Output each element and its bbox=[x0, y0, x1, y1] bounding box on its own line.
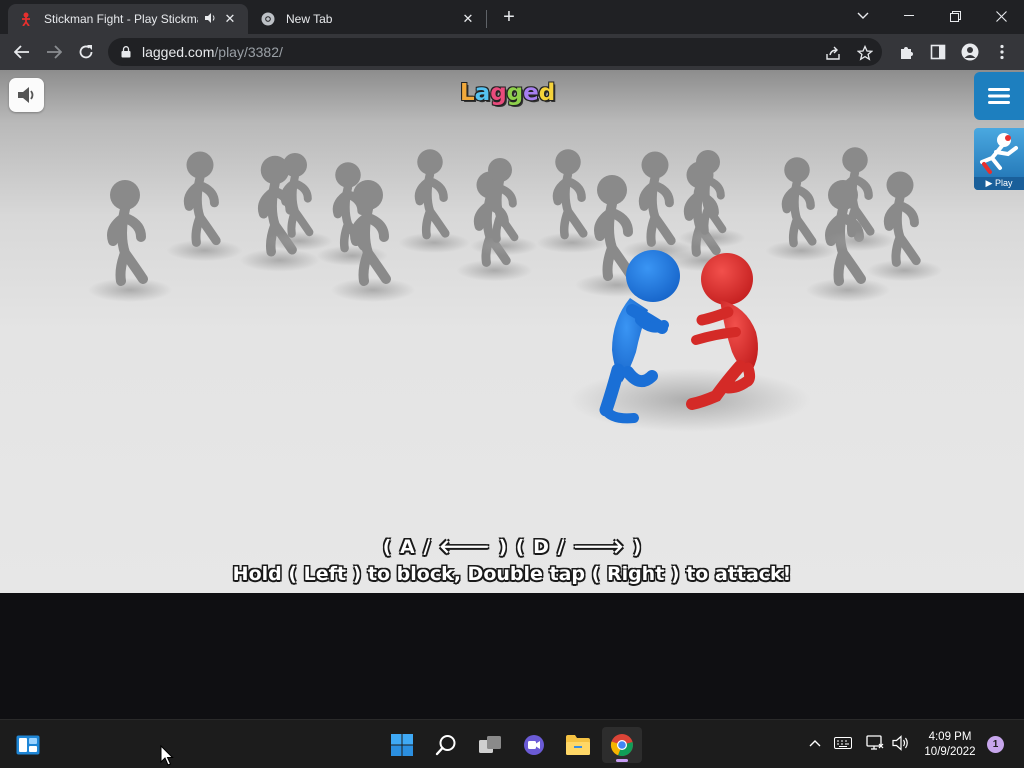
logo-letter: a bbox=[474, 80, 491, 106]
crowd-stickman bbox=[166, 151, 243, 262]
tab-new-tab[interactable]: New Tab ✕ bbox=[250, 4, 486, 34]
task-view-button[interactable] bbox=[470, 727, 510, 763]
logo-letter: g bbox=[490, 80, 507, 106]
chat-icon bbox=[524, 735, 544, 755]
windows-start-icon bbox=[391, 734, 413, 756]
keyboard-icon[interactable] bbox=[832, 732, 854, 754]
game-thumbnail-image bbox=[980, 133, 1018, 174]
tab-title: New Tab bbox=[286, 12, 333, 26]
close-tab-icon[interactable]: ✕ bbox=[460, 11, 476, 27]
hamburger-menu-button[interactable] bbox=[974, 72, 1024, 120]
game-canvas[interactable]: Lagged ▶ Play ( A / 🡐 ) ( D / 🡒 ) Hold (… bbox=[0, 70, 1024, 593]
new-tab-button[interactable]: + bbox=[498, 6, 520, 28]
side-panel-icon[interactable] bbox=[928, 42, 948, 62]
chrome-taskbar-button[interactable] bbox=[602, 727, 642, 763]
show-hidden-icons-chevron-icon[interactable] bbox=[804, 732, 826, 754]
start-button[interactable] bbox=[382, 727, 422, 763]
windows-taskbar: 4:09 PM 10/9/2022 1 bbox=[0, 719, 1024, 768]
browser-menu-kebab-icon[interactable] bbox=[992, 42, 1012, 62]
system-clock[interactable]: 4:09 PM 10/9/2022 bbox=[916, 730, 984, 760]
controls-hint-text: Hold ( Left ) to block, Double tap ( Rig… bbox=[232, 563, 792, 585]
crowd-stickman bbox=[239, 155, 320, 272]
crowd-stickman bbox=[88, 180, 172, 302]
task-view-icon bbox=[479, 736, 501, 753]
profile-avatar-icon[interactable] bbox=[960, 42, 980, 62]
folder-icon bbox=[566, 735, 590, 755]
logo-letter: L bbox=[460, 80, 475, 106]
widgets-button[interactable] bbox=[8, 727, 48, 763]
game-scene bbox=[88, 147, 943, 432]
teams-chat-button[interactable] bbox=[514, 727, 554, 763]
chrome-favicon-icon bbox=[260, 11, 276, 27]
reload-button[interactable] bbox=[72, 38, 100, 66]
share-icon[interactable] bbox=[824, 44, 842, 62]
logo-letter: d bbox=[538, 80, 556, 106]
close-tab-icon[interactable]: ✕ bbox=[222, 11, 238, 27]
lagged-logo[interactable]: Lagged bbox=[460, 80, 555, 106]
logo-letter: g bbox=[506, 80, 524, 106]
crowd-stickman bbox=[316, 162, 388, 266]
page-background bbox=[0, 593, 1024, 719]
url-host: lagged.com bbox=[142, 44, 215, 60]
back-button[interactable] bbox=[8, 38, 36, 66]
search-button[interactable] bbox=[426, 727, 466, 763]
minimize-button[interactable] bbox=[886, 0, 932, 32]
mouse-cursor-icon bbox=[160, 745, 174, 766]
stickman-favicon-icon bbox=[18, 11, 34, 27]
file-explorer-button[interactable] bbox=[558, 727, 598, 763]
crowd-stickman bbox=[765, 157, 837, 261]
chrome-icon bbox=[610, 734, 633, 757]
network-icon[interactable] bbox=[864, 732, 886, 754]
tab-search-dropdown-icon[interactable] bbox=[840, 0, 886, 32]
lock-icon[interactable] bbox=[120, 46, 132, 58]
extensions-puzzle-icon[interactable] bbox=[896, 42, 916, 62]
crowd-stickman bbox=[398, 149, 470, 253]
active-app-indicator bbox=[616, 759, 628, 762]
address-bar[interactable]: lagged.com/play/3382/ bbox=[108, 38, 882, 66]
speaker-icon[interactable] bbox=[204, 12, 216, 27]
tab-title: Stickman Fight - Play Stickman bbox=[44, 12, 198, 26]
volume-icon[interactable] bbox=[890, 732, 912, 754]
tab-stickman-fight[interactable]: Stickman Fight - Play Stickman ✕ bbox=[8, 4, 248, 34]
controls-keys-text: ( A / 🡐 ) ( D / 🡒 ) bbox=[382, 536, 642, 558]
restore-button[interactable] bbox=[932, 0, 978, 32]
search-icon bbox=[435, 735, 456, 756]
bookmark-star-icon[interactable] bbox=[856, 44, 874, 62]
widgets-icon bbox=[16, 735, 40, 755]
close-window-button[interactable] bbox=[978, 0, 1024, 32]
url-text: lagged.com/play/3382/ bbox=[142, 44, 283, 60]
crowd-stickman bbox=[866, 171, 943, 282]
speaker-icon bbox=[17, 87, 33, 103]
clock-time: 4:09 PM bbox=[928, 731, 972, 743]
url-path: /play/3382/ bbox=[214, 44, 283, 60]
browser-tab-bar: Stickman Fight - Play Stickman ✕ New Tab… bbox=[0, 0, 1024, 34]
hamburger-icon bbox=[988, 88, 1010, 104]
clock-date: 10/9/2022 bbox=[924, 746, 976, 758]
tab-separator bbox=[486, 10, 487, 28]
forward-button[interactable] bbox=[40, 38, 68, 66]
related-game-thumbnail[interactable]: ▶ Play bbox=[974, 128, 1024, 190]
notification-badge[interactable]: 1 bbox=[987, 736, 1004, 753]
play-label: ▶ Play bbox=[974, 177, 1024, 190]
browser-toolbar: lagged.com/play/3382/ bbox=[0, 34, 1024, 70]
crowd-figures bbox=[88, 147, 943, 302]
logo-letter: e bbox=[523, 80, 539, 106]
sound-toggle-button[interactable] bbox=[9, 78, 44, 112]
